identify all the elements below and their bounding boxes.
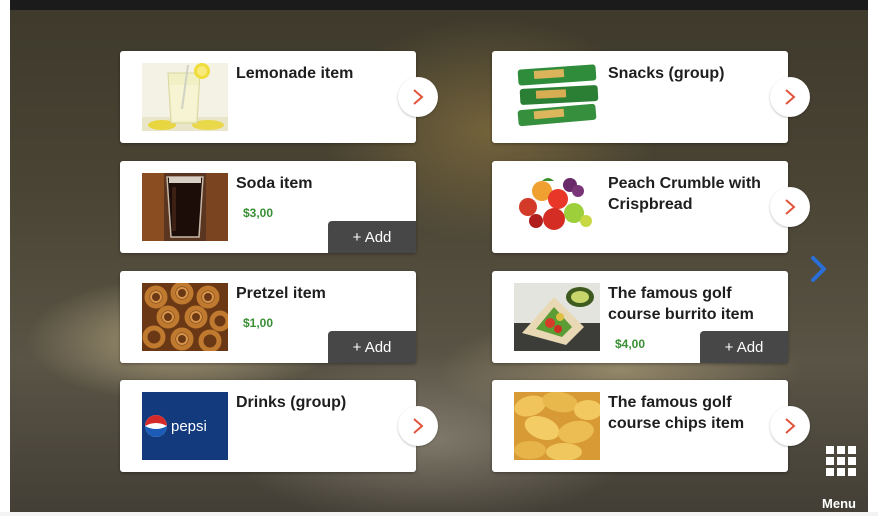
item-price: $4,00 <box>615 337 646 351</box>
item-card-chips[interactable]: The famous golf course chips item <box>492 380 810 472</box>
lemonade-image <box>142 63 228 131</box>
svg-text:pepsi: pepsi <box>171 418 207 435</box>
menu-button[interactable]: Menu <box>820 442 860 511</box>
chevron-right-icon <box>413 89 424 105</box>
item-title: Peach Crumble with Crispbread <box>608 175 761 213</box>
menu-label: Menu <box>822 496 856 511</box>
add-button[interactable]: + Add <box>328 221 416 253</box>
chevron-right-icon <box>811 256 826 282</box>
item-title: The famous golf course chips item <box>608 394 745 432</box>
item-card-burrito[interactable]: The famous golf course burrito item $4,0… <box>492 271 788 363</box>
chevron-right-icon <box>413 418 424 434</box>
chevron-right-icon <box>785 418 796 434</box>
menu-screen: Lemonade item Snacks (group) Soda item $… <box>10 10 868 512</box>
item-title: Drinks (group) <box>236 394 347 411</box>
open-item-button[interactable] <box>770 406 810 446</box>
item-title: Snacks (group) <box>608 65 725 82</box>
open-item-button[interactable] <box>398 77 438 117</box>
chevron-right-icon <box>785 199 796 215</box>
snack-bars-image <box>514 63 600 131</box>
item-title: Soda item <box>236 175 313 192</box>
open-item-button[interactable] <box>770 187 810 227</box>
item-card-soda[interactable]: Soda item $3,00 + Add <box>120 161 416 253</box>
group-card-snacks[interactable]: Snacks (group) <box>492 51 810 143</box>
item-title: Pretzel item <box>236 285 326 302</box>
item-title: Lemonade item <box>236 65 354 82</box>
fruit-image <box>514 173 600 241</box>
item-card-lemonade[interactable]: Lemonade item <box>120 51 438 143</box>
chevron-right-icon <box>785 89 796 105</box>
open-group-button[interactable] <box>398 406 438 446</box>
bottom-strip <box>0 512 878 516</box>
item-price: $1,00 <box>243 316 274 330</box>
pepsi-logo-image: pepsi <box>142 392 228 460</box>
grid-menu-icon <box>826 446 856 476</box>
add-button[interactable]: + Add <box>328 331 416 363</box>
item-price: $3,00 <box>243 206 274 220</box>
next-page-button[interactable] <box>808 254 830 284</box>
open-group-button[interactable] <box>770 77 810 117</box>
burrito-image <box>514 283 600 351</box>
item-card-pretzel[interactable]: Pretzel item $1,00 + Add <box>120 271 416 363</box>
item-title: The famous golf course burrito item <box>608 285 754 323</box>
item-card-peach-crumble[interactable]: Peach Crumble with Crispbread <box>492 161 810 253</box>
top-bar <box>10 0 868 10</box>
add-button[interactable]: + Add <box>700 331 788 363</box>
soda-glass-image <box>142 173 228 241</box>
chips-image <box>514 392 600 460</box>
pretzels-image <box>142 283 228 351</box>
group-card-drinks[interactable]: pepsi Drinks (group) <box>120 380 438 472</box>
